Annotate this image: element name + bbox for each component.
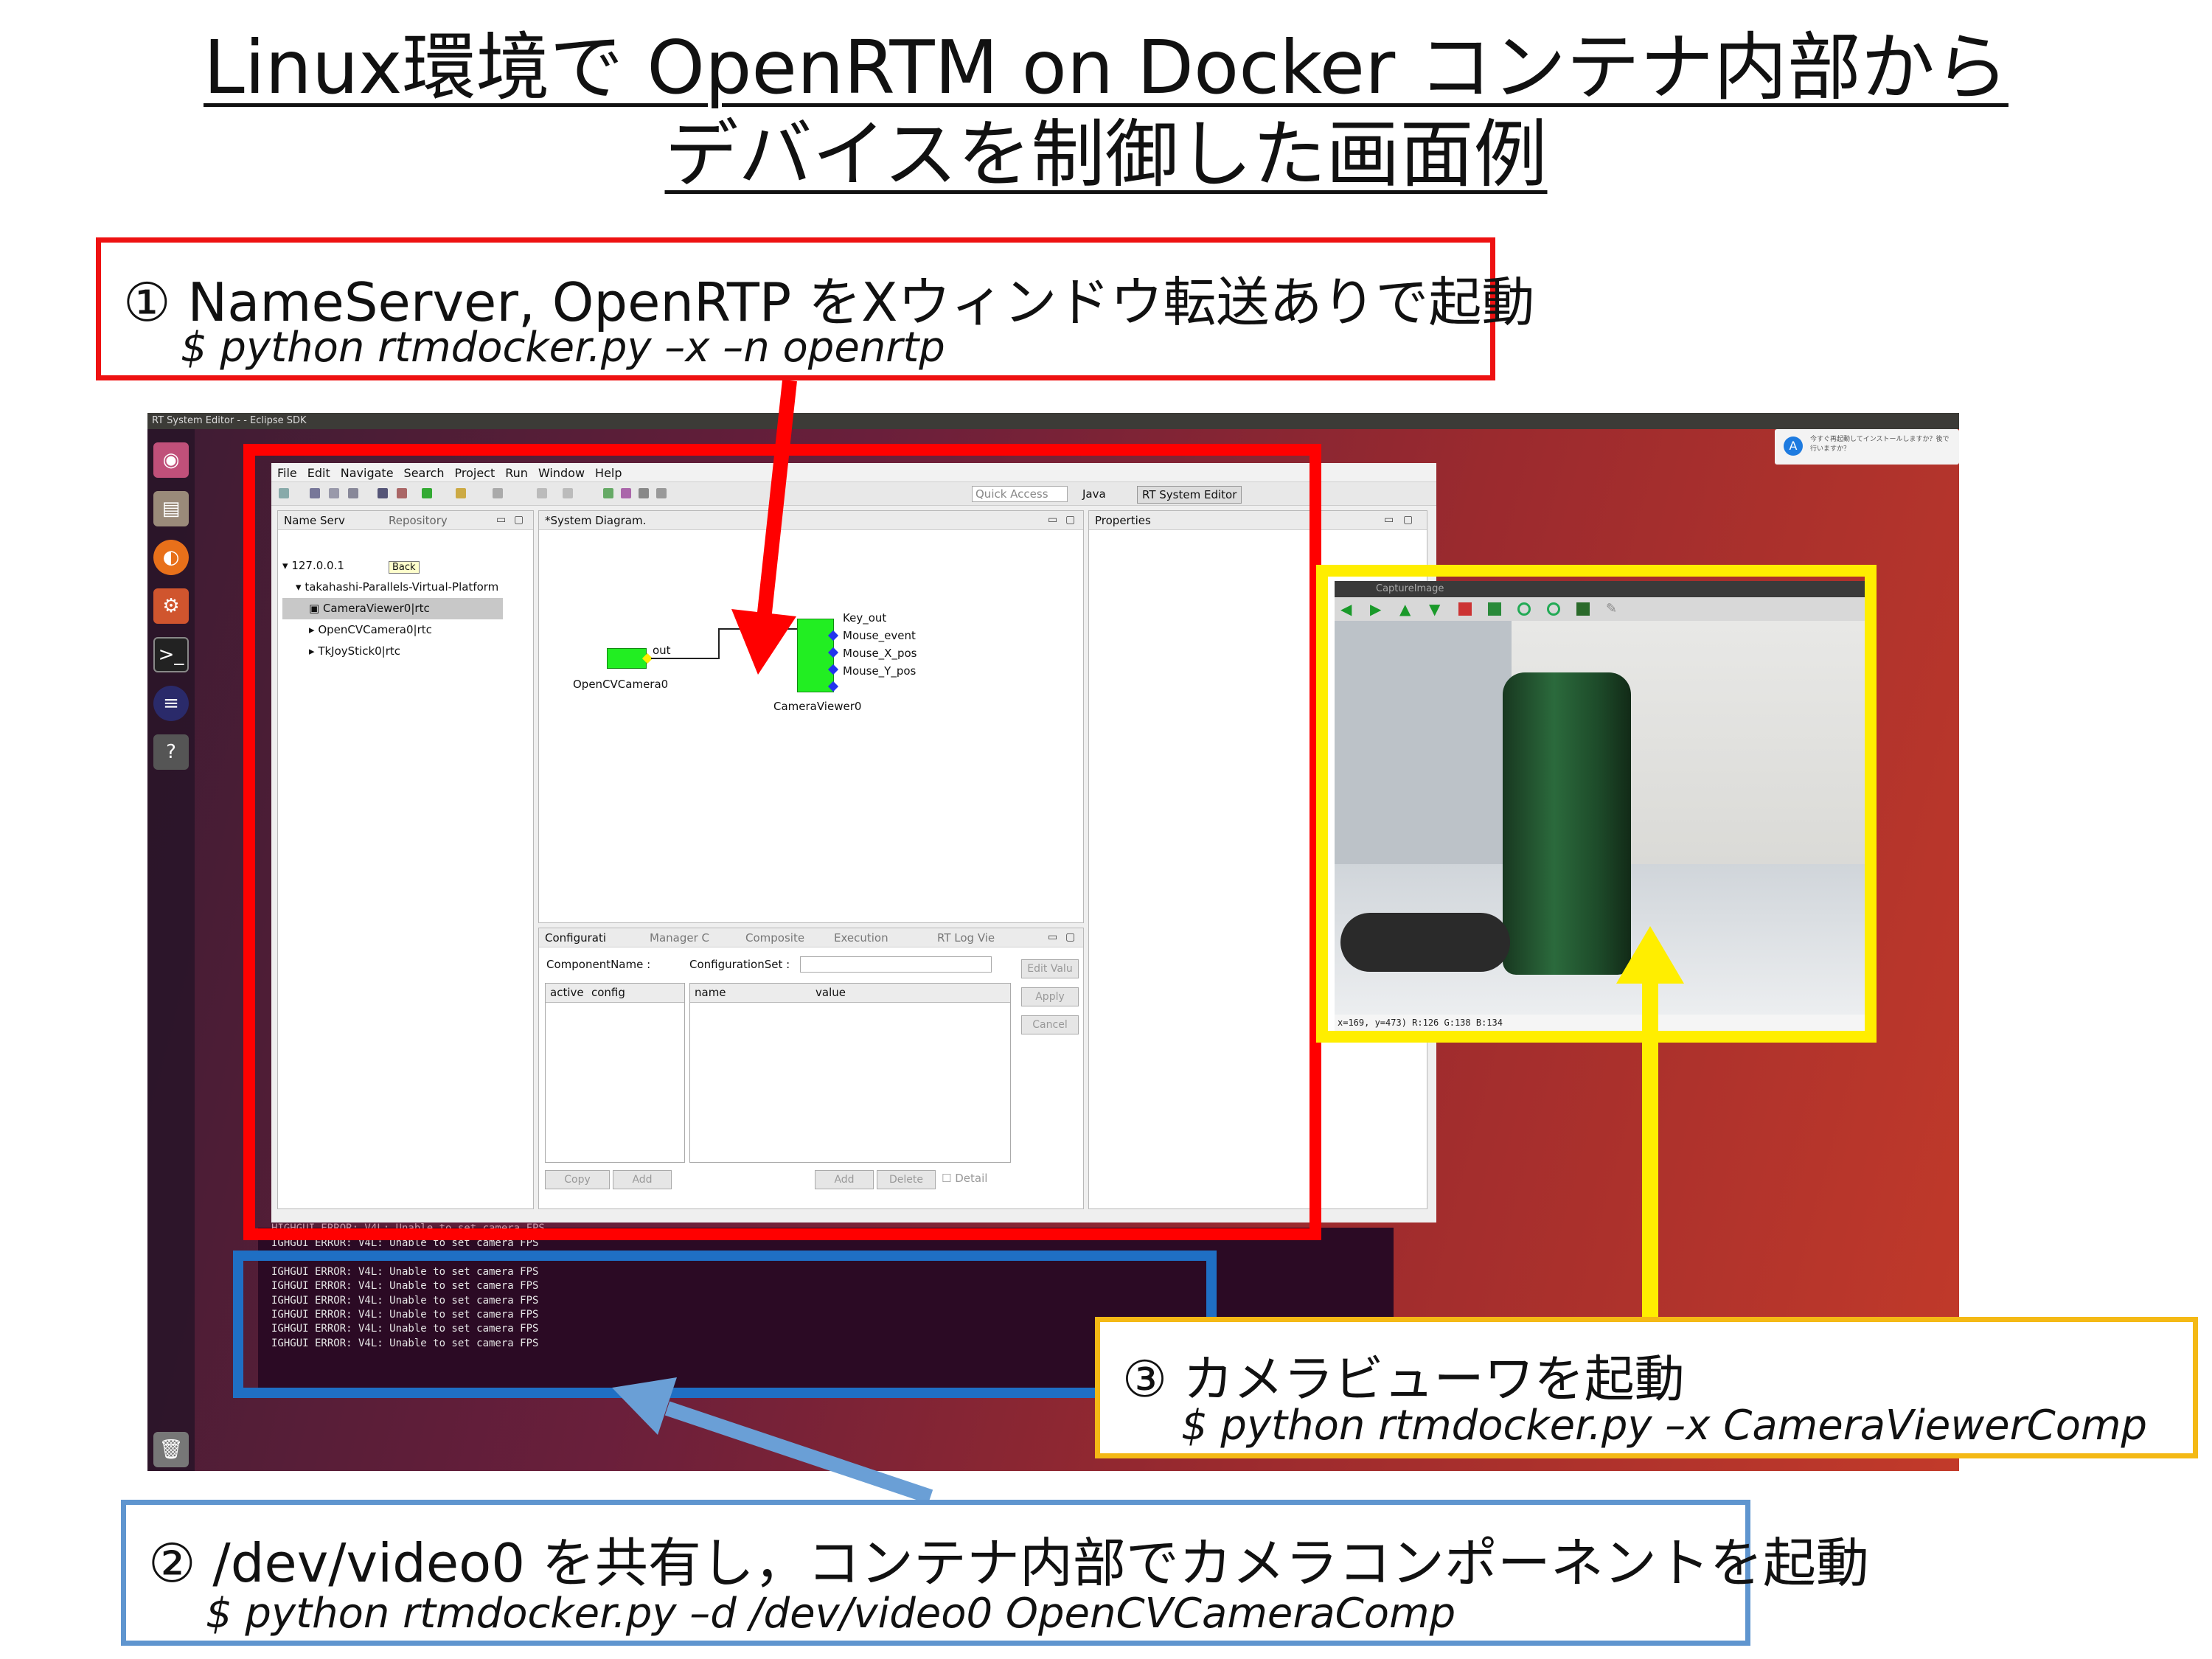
maximize-icon[interactable]: ▢ <box>1403 514 1413 526</box>
highlight-frame-terminal <box>233 1251 1217 1398</box>
slide-title-line-2: デバイスを制御した画面例 <box>664 111 1548 198</box>
callout-3-heading: ③ カメラビューワを起動 <box>1122 1351 1685 1409</box>
callout-step-2: ② /dev/video0 を共有し，コンテナ内部でカメラコンポーネントを起動 … <box>121 1500 1869 1646</box>
callout-step-1: ① NameServer, OpenRTP をXウィンドウ転送ありで起動 $ p… <box>96 237 1534 380</box>
callout-2-command: $ python rtmdocker.py –d /dev/video0 Ope… <box>206 1590 1456 1638</box>
files-icon[interactable]: ▤ <box>153 491 189 526</box>
eclipse-icon[interactable]: ≡ <box>153 686 189 721</box>
callout-2-heading: ② /dev/video0 を共有し，コンテナ内部でカメラコンポーネントを起動 <box>148 1532 1869 1594</box>
highlight-frame-camera-viewer <box>1316 565 1877 1043</box>
help-icon[interactable]: ? <box>153 734 189 770</box>
settings-icon[interactable]: ⚙ <box>153 588 189 624</box>
notification-text: 今すぐ再起動してインストールしますか？後で行いますか？ <box>1810 436 1950 453</box>
callout-1-command: $ python rtmdocker.py –x –n openrtp <box>181 324 945 372</box>
ubuntu-dash-icon[interactable]: ◉ <box>153 442 189 478</box>
unity-launcher: ◉ ▤ ◐ ⚙ >_ ≡ ? 🗑 <box>147 429 195 1471</box>
terminal-icon[interactable]: >_ <box>153 637 189 672</box>
callout-step-3: ③ カメラビューワを起動 $ python rtmdocker.py –x Ca… <box>1095 1317 2198 1458</box>
update-notification[interactable]: A 今すぐ再起動してインストールしますか？後で行いますか？ <box>1775 429 1959 465</box>
trash-icon[interactable]: 🗑 <box>153 1432 189 1467</box>
callout-3-command: $ python rtmdocker.py –x CameraViewerCom… <box>1181 1402 2148 1450</box>
firefox-icon[interactable]: ◐ <box>153 540 189 575</box>
os-window-title: RT System Editor - - Eclipse SDK <box>147 413 1959 429</box>
minimize-icon[interactable]: ▭ <box>1384 514 1394 526</box>
software-updater-icon: A <box>1784 437 1803 456</box>
highlight-frame-openrtp <box>243 444 1321 1240</box>
slide-title-line-1: Linux環境で OpenRTM on Docker コンテナ内部から <box>204 24 2008 111</box>
